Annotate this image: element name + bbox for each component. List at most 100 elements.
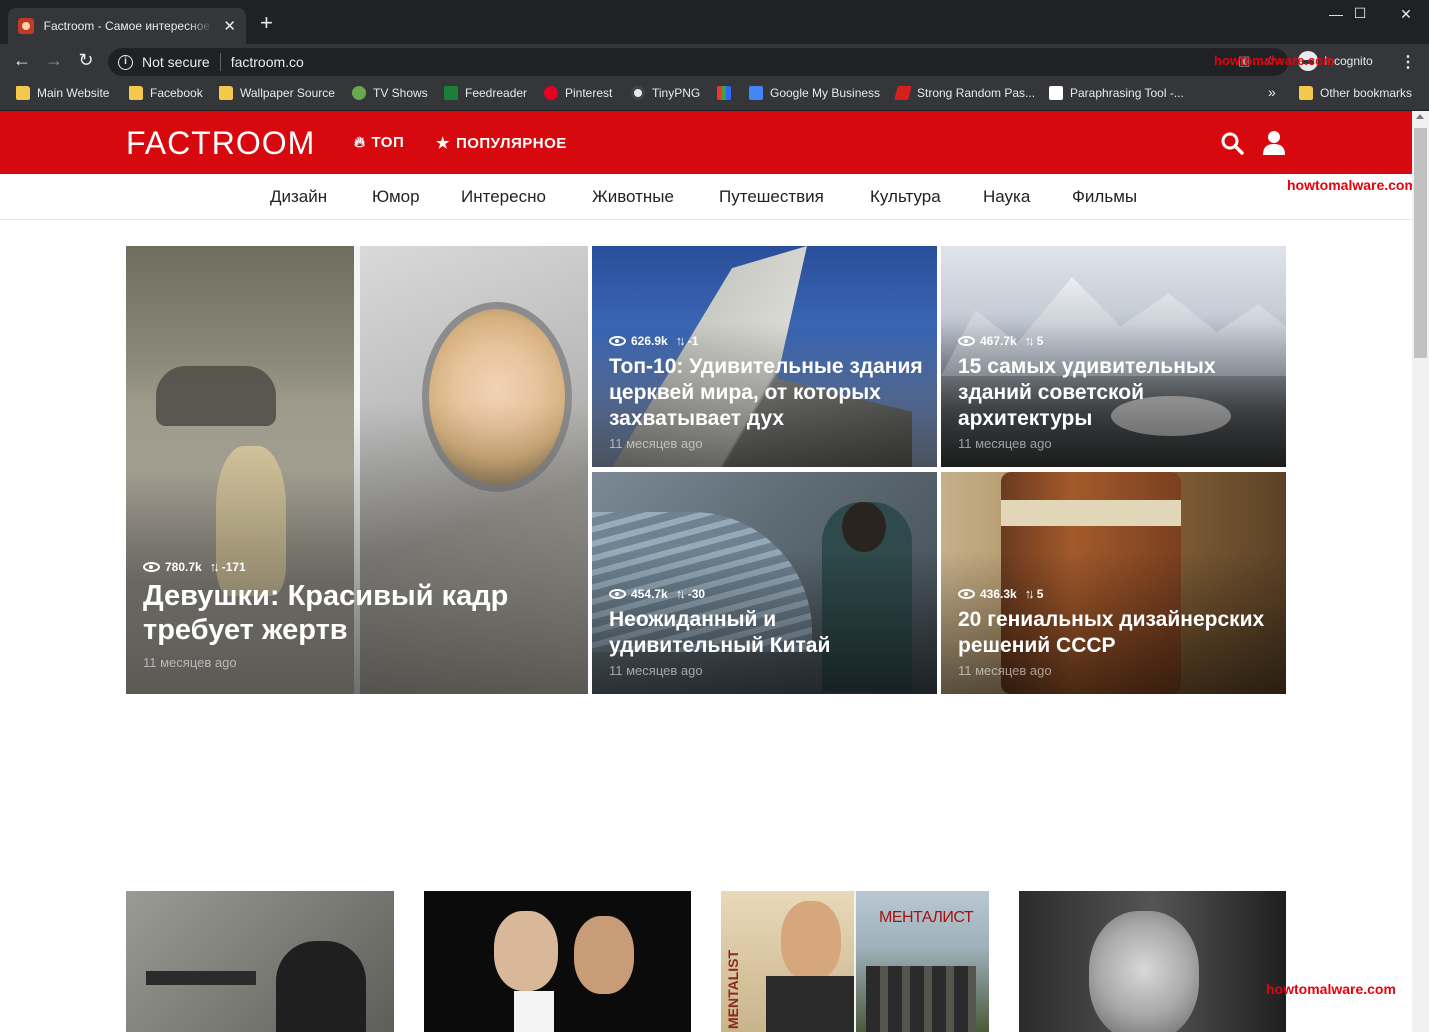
category-humor[interactable]: Юмор (372, 187, 420, 207)
article-thumbnail[interactable] (126, 891, 394, 1032)
card-body: 780.7k ↑↓ -171 Девушки: Красивый кадр тре… (143, 559, 574, 670)
article-image-detail (842, 502, 886, 552)
search-icon[interactable] (1220, 131, 1244, 155)
card-body: 436.3k ↑↓ 5 20 гениальных дизайнерских ре… (958, 586, 1272, 678)
article-title[interactable]: Неожиданный и удивительный Китай (609, 607, 923, 659)
nav-popular[interactable]: ★ ПОПУЛЯРНОЕ (436, 134, 567, 153)
score-count: -171 (221, 559, 246, 574)
reload-icon[interactable]: ↻ (74, 50, 98, 71)
bookmark-generic[interactable] (717, 86, 731, 100)
bookmark-label: Wallpaper Source (240, 86, 335, 100)
card-body: 626.9k ↑↓ -1 Топ-10: Удивительные здания … (609, 333, 923, 451)
article-stats: 436.3k ↑↓ 5 (958, 586, 1272, 601)
other-bookmarks[interactable]: Other bookmarks (1299, 86, 1412, 100)
article-thumbnail[interactable] (424, 891, 691, 1032)
article-title[interactable]: 15 самых удивительных зданий советской а… (958, 354, 1272, 432)
score-icon: ↑↓ (675, 586, 686, 601)
featured-article-card[interactable]: 467.7k ↑↓ 5 15 самых удивительных зданий … (941, 246, 1286, 467)
score-icon: ↑↓ (1024, 333, 1035, 348)
views-count: 454.7k (631, 586, 668, 601)
url-separator (219, 53, 221, 71)
watermark: howtomalware.com (1266, 981, 1396, 997)
bookmark-label: Facebook (150, 86, 203, 100)
thumbnail-image-detail (276, 941, 366, 1032)
info-icon[interactable]: i (118, 54, 133, 70)
address-bar[interactable]: i Not secure factroom.co ▣ ☆ (108, 48, 1288, 76)
site-header: FACTROOM 🔥︎ ТОП ★ ПОПУЛЯРНОЕ (0, 111, 1412, 174)
new-tab-icon[interactable]: + (260, 12, 273, 34)
article-thumbnail[interactable]: MENTALIST МЕНТАЛИСТ (721, 891, 989, 1032)
site-favicon-icon (18, 18, 34, 34)
other-bookmarks-label: Other bookmarks (1320, 86, 1413, 100)
article-title[interactable]: 20 гениальных дизайнерских решений СССР (958, 607, 1272, 659)
article-title[interactable]: Топ-10: Удивительные здания церквей мира… (609, 354, 923, 432)
bookmark-pinterest[interactable]: Pinterest (544, 86, 612, 100)
thumbnail-image-detail (514, 991, 554, 1032)
scroll-up-arrow-icon[interactable] (1416, 114, 1424, 119)
category-design[interactable]: Дизайн (270, 187, 327, 207)
views-icon (958, 335, 975, 346)
thumbnail-caption: МЕНТАЛИСТ (879, 909, 974, 926)
watermark: howtomalware.com (1214, 53, 1335, 68)
article-thumbnail[interactable] (1019, 891, 1286, 1032)
bookmark-google-my-business[interactable]: Google My Business (749, 86, 880, 100)
card-body: 467.7k ↑↓ 5 15 самых удивительных зданий … (958, 333, 1272, 451)
maximize-icon[interactable]: ☐ (1337, 5, 1383, 22)
category-travel[interactable]: Путешествия (719, 187, 824, 207)
score-count: 5 (1036, 333, 1044, 348)
category-interesting[interactable]: Интересно (461, 187, 546, 207)
article-date: 11 месяцев ago (958, 436, 1052, 451)
bookmark-wallpaper-source[interactable]: Wallpaper Source (219, 86, 335, 100)
featured-article-card[interactable]: 454.7k ↑↓ -30 Неожиданный и удивительный … (592, 472, 937, 694)
bookmark-tinypng[interactable]: TinyPNG (631, 86, 700, 100)
folder-icon (16, 86, 30, 100)
nav-popular-label: ПОПУЛЯРНОЕ (455, 134, 567, 152)
panda-icon (631, 86, 645, 100)
category-culture[interactable]: Культура (870, 187, 941, 207)
bookmark-feedreader[interactable]: Feedreader (444, 86, 527, 100)
category-animals[interactable]: Животные (592, 187, 674, 207)
thumbnail-image-detail (1089, 911, 1199, 1032)
scrollbar-thumb[interactable] (1414, 128, 1427, 358)
score-count: 5 (1036, 586, 1044, 601)
featured-article-card[interactable]: 626.9k ↑↓ -1 Топ-10: Удивительные здания … (592, 246, 937, 467)
category-movies[interactable]: Фильмы (1072, 187, 1137, 207)
article-title[interactable]: Девушки: Красивый кадр требует жертв (143, 580, 573, 648)
bookmark-label: Main Website (37, 86, 110, 100)
bookmark-label: Feedreader (465, 86, 528, 100)
bookmark-label: TinyPNG (652, 86, 701, 100)
bookmarks-overflow-icon[interactable]: » (1268, 84, 1276, 100)
bookmark-main-website[interactable]: Main Website (16, 86, 109, 100)
browser-menu-icon[interactable]: ⋮ (1400, 52, 1416, 72)
article-date: 11 месяцев ago (609, 663, 703, 678)
watermark: howtomalware.com (1287, 177, 1417, 193)
forward-icon[interactable]: → (42, 50, 66, 71)
folder-icon (129, 86, 143, 100)
bookmark-label: Google My Business (770, 86, 881, 100)
bookmark-paraphrasing-tool[interactable]: Paraphrasing Tool -... (1049, 86, 1184, 100)
article-image-detail (1001, 500, 1181, 526)
browser-tab[interactable]: Factroom - Самое интересное в ✕ (8, 8, 246, 44)
views-icon (958, 588, 975, 599)
user-icon[interactable] (1262, 130, 1286, 156)
featured-article-card[interactable]: 780.7k ↑↓ -171 Девушки: Красивый кадр тре… (126, 246, 588, 694)
views-count: 626.9k (631, 333, 668, 348)
browser-titlebar: Factroom - Самое интересное в ✕ + — ☐ ✕ (0, 0, 1429, 44)
bookmark-facebook[interactable]: Facebook (129, 86, 203, 100)
bookmark-tv-shows[interactable]: TV Shows (352, 86, 428, 100)
nav-top[interactable]: 🔥︎ ТОП (354, 134, 404, 151)
bookmark-label: TV Shows (373, 86, 428, 100)
feedreader-icon (444, 86, 458, 100)
site-logo[interactable]: FACTROOM (126, 125, 315, 162)
nav-top-label: ТОП (371, 134, 405, 151)
views-count: 780.7k (165, 559, 202, 574)
close-tab-icon[interactable]: ✕ (223, 17, 236, 35)
category-science[interactable]: Наука (983, 187, 1030, 207)
url-text[interactable]: factroom.co (231, 54, 304, 70)
close-window-icon[interactable]: ✕ (1383, 6, 1429, 23)
featured-article-card[interactable]: 436.3k ↑↓ 5 20 гениальных дизайнерских ре… (941, 472, 1286, 694)
bookmark-strong-random-password[interactable]: Strong Random Pas... (894, 86, 1035, 100)
article-stats: 626.9k ↑↓ -1 (609, 333, 923, 348)
fire-icon: 🔥︎ (354, 134, 366, 151)
back-icon[interactable]: ← (10, 50, 34, 71)
